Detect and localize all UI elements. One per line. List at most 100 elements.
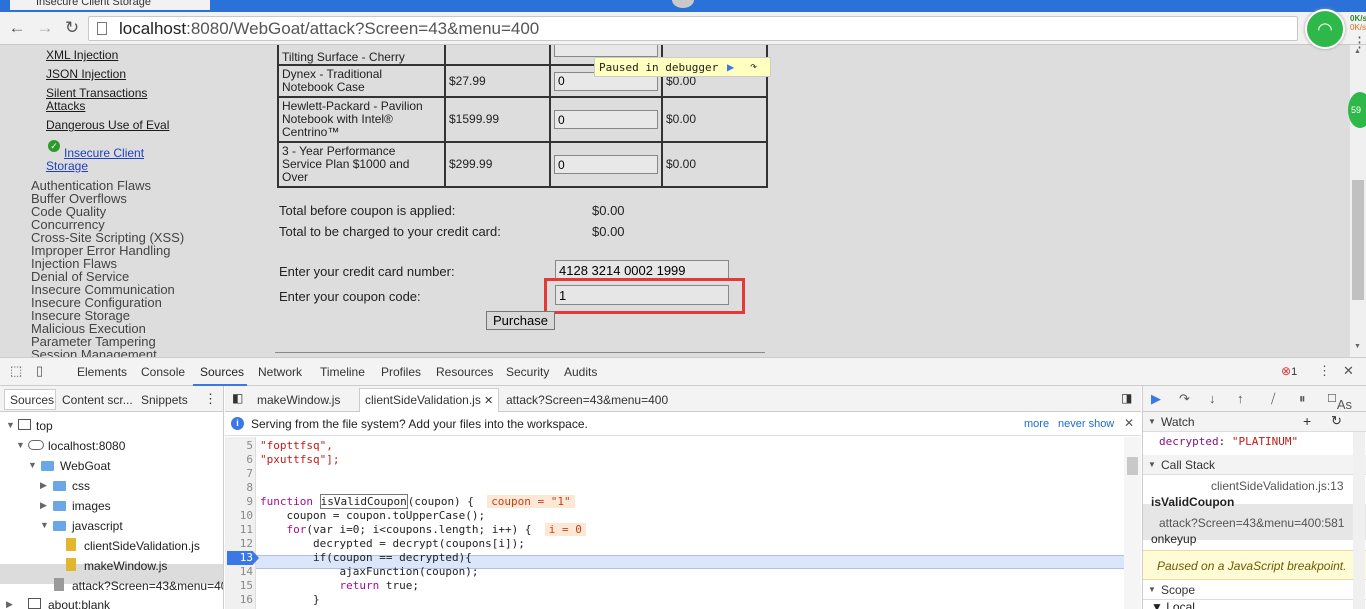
editor-tab-client-side-validation[interactable]: clientSideValidation.js — [365, 393, 481, 407]
tab-elements[interactable]: Elements — [77, 365, 127, 379]
link-insecure-client-2[interactable]: Storage — [46, 160, 88, 173]
error-icon[interactable]: ⊗1 — [1281, 364, 1297, 378]
tab-timeline[interactable]: Timeline — [320, 365, 365, 379]
add-watch-icon[interactable]: + — [1303, 413, 1311, 429]
refresh-icon[interactable]: ↻ — [1331, 413, 1342, 429]
close-icon[interactable]: ✕ — [1124, 416, 1134, 430]
quantity-input[interactable] — [554, 45, 658, 57]
watch-section-header[interactable]: ▼ Watch + ↻ — [1143, 412, 1366, 432]
line-number[interactable]: 15 — [225, 579, 253, 593]
pause-on-exceptions-icon[interactable]: ⏸ — [1299, 391, 1306, 407]
close-devtools-icon[interactable]: ✕ — [1343, 363, 1354, 379]
tree-javascript[interactable]: javascript — [72, 519, 123, 533]
call-frame-location[interactable]: clientSideValidation.js:13 — [1211, 479, 1344, 493]
call-frame-location[interactable]: attack?Screen=43&menu=400:581 — [1159, 516, 1344, 530]
tree-images[interactable]: images — [72, 499, 111, 513]
collapse-triangle-icon[interactable]: ▶ — [6, 599, 13, 609]
line-number[interactable]: 6 — [225, 453, 253, 467]
quantity-input[interactable] — [554, 110, 658, 129]
tab-sources[interactable]: Sources — [200, 365, 244, 379]
link-dangerous-eval[interactable]: Dangerous Use of Eval — [46, 119, 169, 132]
link-json-injection[interactable]: JSON Injection — [46, 68, 126, 81]
tree-css[interactable]: css — [72, 479, 90, 493]
forward-arrow-icon[interactable]: → — [34, 17, 56, 39]
scope-section-header[interactable]: ▼ Scope — [1143, 580, 1366, 600]
purchase-button[interactable]: Purchase — [486, 311, 555, 330]
editor-tab-attack[interactable]: attack?Screen=43&menu=400 — [506, 393, 668, 407]
address-bar[interactable]: localhost:8080/WebGoat/attack?Screen=43&… — [88, 16, 1298, 41]
watch-expression[interactable]: decrypted: "PLATINUM" — [1159, 435, 1298, 448]
back-arrow-icon[interactable]: ← — [6, 17, 28, 39]
call-frame-name[interactable]: isValidCoupon — [1151, 495, 1234, 509]
collapse-triangle-icon[interactable]: ▶ — [40, 480, 47, 491]
step-into-icon[interactable]: ↓ — [1209, 391, 1216, 406]
inspect-icon[interactable]: ⬚ — [10, 363, 22, 379]
deactivate-breakpoints-icon[interactable]: ⧸ — [1271, 391, 1275, 407]
tab-profiles[interactable]: Profiles — [381, 365, 421, 379]
line-number[interactable]: 5 — [225, 439, 253, 453]
expand-triangle-icon[interactable]: ▼ — [16, 440, 25, 450]
resume-icon[interactable]: ▶︎ — [727, 60, 734, 74]
browser-menu-icon[interactable]: ⋮ — [1352, 33, 1366, 51]
reload-icon[interactable]: ↻ — [61, 17, 83, 39]
editor-scrollbar[interactable] — [1124, 437, 1141, 609]
nav-tab-sources[interactable]: Sources — [10, 393, 54, 407]
call-frame-name[interactable]: onkeyup — [1151, 532, 1196, 546]
tree-about-blank[interactable]: about:blank — [48, 598, 110, 609]
browser-tab[interactable]: Insecure Client Storage — [10, 0, 210, 10]
category-session-mgmt[interactable]: Session Management — [31, 348, 157, 357]
tree-webgoat[interactable]: WebGoat — [60, 459, 110, 473]
step-out-icon[interactable]: ↑ — [1237, 391, 1244, 406]
async-checkbox[interactable]: ☐ As — [1327, 392, 1352, 412]
line-number[interactable]: 10 — [225, 509, 253, 523]
expand-triangle-icon[interactable]: ▼ — [6, 420, 15, 430]
device-mode-icon[interactable]: ▯ — [36, 363, 43, 379]
toggle-navigator-icon[interactable]: ◧ — [232, 391, 243, 405]
nav-tab-snippets[interactable]: Snippets — [141, 393, 188, 407]
link-silent-transactions-2[interactable]: Attacks — [46, 100, 85, 113]
line-number[interactable]: 14 — [225, 565, 253, 579]
tree-top[interactable]: top — [36, 419, 53, 433]
tab-resources[interactable]: Resources — [436, 365, 493, 379]
line-number[interactable]: 7 — [225, 467, 253, 481]
scroll-down-icon[interactable]: ▼ — [1354, 343, 1361, 350]
scrollbar-thumb[interactable] — [1352, 180, 1364, 300]
line-number[interactable]: 12 — [225, 537, 253, 551]
step-over-icon[interactable]: ↷ — [1179, 391, 1190, 407]
toggle-debugger-icon[interactable]: ◨ — [1121, 391, 1132, 405]
tab-network[interactable]: Network — [258, 365, 302, 379]
tab-audits[interactable]: Audits — [564, 365, 597, 379]
scope-local[interactable]: ▼ Local — [1151, 600, 1195, 609]
nav-tab-content-scripts[interactable]: Content scr... — [62, 393, 133, 407]
navigator-menu-icon[interactable]: ⋮ — [204, 391, 217, 407]
collapse-triangle-icon[interactable]: ▶ — [40, 500, 47, 511]
close-tab-icon[interactable]: ✕ — [484, 394, 493, 407]
expand-triangle-icon[interactable]: ▼ — [40, 520, 49, 530]
wifi-icon[interactable]: ◠ — [1305, 9, 1345, 49]
infobar-never-show-link[interactable]: never show — [1058, 418, 1114, 430]
tree-make-window[interactable]: makeWindow.js — [84, 559, 167, 573]
tree-host[interactable]: localhost:8080 — [48, 439, 125, 453]
tab-console[interactable]: Console — [141, 365, 185, 379]
expand-triangle-icon[interactable]: ▼ — [28, 460, 37, 470]
resume-icon[interactable]: ▶︎ — [1151, 391, 1161, 407]
quantity-input[interactable] — [554, 155, 658, 174]
line-number[interactable]: 9 — [225, 495, 253, 509]
scrollbar-thumb[interactable] — [1127, 457, 1138, 475]
line-number[interactable]: 11 — [225, 523, 253, 537]
line-number[interactable]: 16 — [225, 593, 253, 607]
editor-tab-make-window[interactable]: makeWindow.js — [257, 393, 340, 407]
profile-avatar[interactable] — [672, 0, 694, 8]
tree-attack-page[interactable]: attack?Screen=43&menu=40 — [72, 579, 223, 593]
extension-badge[interactable]: 59 — [1348, 92, 1366, 128]
line-number[interactable]: 8 — [225, 481, 253, 495]
infobar-more-link[interactable]: more — [1024, 418, 1049, 430]
link-xml-injection[interactable]: XML Injection — [46, 49, 118, 62]
callstack-section-header[interactable]: ▼ Call Stack — [1143, 455, 1366, 475]
tree-client-side-validation[interactable]: clientSideValidation.js — [84, 539, 200, 553]
debugger-scrollbar[interactable] — [1353, 432, 1365, 609]
breakpoint-marker[interactable]: 13 — [227, 551, 259, 565]
tab-security[interactable]: Security — [506, 365, 549, 379]
credit-card-input[interactable] — [555, 260, 729, 280]
devtools-menu-icon[interactable]: ⋮ — [1318, 363, 1331, 379]
